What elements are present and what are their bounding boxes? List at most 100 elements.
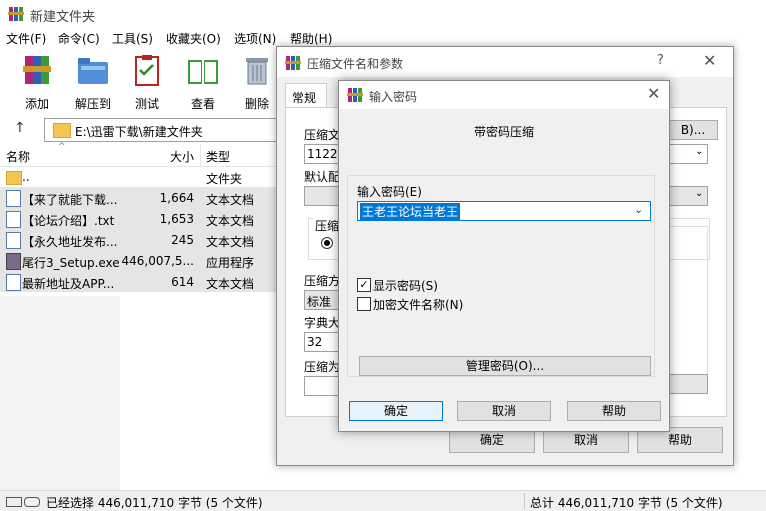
test-label: 测试 bbox=[134, 97, 159, 111]
menu-tools[interactable]: 工具(S) bbox=[112, 30, 153, 47]
file-name: 【永久地址发布... bbox=[22, 235, 118, 249]
add-button[interactable]: 添加 bbox=[14, 52, 60, 112]
encrypt-names-label[interactable]: 加密文件名称(N) bbox=[373, 296, 463, 313]
status-selection: 已经选择 446,011,710 字节 (5 个文件) bbox=[46, 496, 263, 510]
folder-icon bbox=[53, 123, 71, 138]
winrar-icon bbox=[8, 7, 24, 21]
dictionary-size-value: 32 bbox=[307, 335, 323, 349]
test-button[interactable]: 测试 bbox=[124, 52, 170, 112]
tab-label: 常规 bbox=[292, 91, 317, 105]
file-size: 446,007,5... bbox=[121, 254, 194, 268]
title-bar: 新建文件夹 bbox=[0, 0, 766, 28]
add-label: 添加 bbox=[24, 97, 49, 111]
close-icon[interactable]: ✕ bbox=[647, 84, 660, 103]
file-row[interactable]: .. 文件夹 bbox=[0, 166, 276, 187]
manage-passwords-button[interactable]: 管理密码(O)... bbox=[359, 356, 651, 376]
file-size: 1,653 bbox=[159, 212, 194, 226]
encrypt-names-checkbox[interactable] bbox=[357, 297, 371, 311]
file-type: 文本文档 bbox=[206, 277, 255, 291]
column-divider[interactable] bbox=[200, 144, 201, 166]
dialog-title-bar: 输入密码 ✕ bbox=[339, 81, 669, 109]
menu-help[interactable]: 帮助(H) bbox=[290, 30, 332, 47]
address-field[interactable]: E:\迅雷下载\新建文件夹 bbox=[44, 118, 286, 142]
menu-options[interactable]: 选项(N) bbox=[234, 30, 276, 47]
sort-arrow-icon: ^ bbox=[58, 142, 66, 152]
column-name[interactable]: 名称 bbox=[6, 148, 30, 165]
browse-button[interactable]: B)... bbox=[668, 120, 718, 140]
test-clipboard-icon bbox=[135, 55, 159, 86]
folder-icon bbox=[6, 171, 22, 185]
format-radio[interactable] bbox=[321, 237, 333, 249]
archive-name-label: 压缩文 bbox=[304, 128, 341, 142]
extract-button[interactable]: 解压到 bbox=[70, 52, 116, 112]
show-password-checkbox[interactable]: ✓ bbox=[357, 278, 371, 292]
compression-method-label: 压缩方 bbox=[304, 274, 341, 288]
extract-folder-icon bbox=[78, 58, 108, 84]
delete-label: 删除 bbox=[244, 97, 269, 111]
column-type[interactable]: 类型 bbox=[206, 148, 230, 165]
file-list: .. 文件夹 【来了就能下载... 1,664 文本文档 【论坛介绍】.txt … bbox=[0, 166, 276, 296]
file-row[interactable]: 【永久地址发布... 245 文本文档 bbox=[0, 229, 276, 250]
address-path: E:\迅雷下载\新建文件夹 bbox=[75, 125, 203, 139]
file-name: 【来了就能下载... bbox=[22, 193, 118, 207]
text-file-icon bbox=[6, 190, 21, 207]
toolbar: 添加 解压到 测试 查看 删除 bbox=[0, 48, 276, 112]
file-row[interactable]: 【论坛介绍】.txt 1,653 文本文档 bbox=[0, 208, 276, 229]
menu-favorites[interactable]: 收藏夹(O) bbox=[166, 30, 221, 47]
set-password-button[interactable] bbox=[668, 374, 708, 394]
compression-method-value: 标准 bbox=[307, 295, 332, 309]
file-row[interactable]: 尾行3_Setup.exe 446,007,5... 应用程序 bbox=[0, 250, 276, 271]
file-type: 文本文档 bbox=[206, 193, 255, 207]
help-icon[interactable]: ? bbox=[657, 53, 664, 68]
empty-list-area bbox=[0, 296, 120, 490]
file-type: 文件夹 bbox=[206, 172, 243, 186]
file-name: 【论坛介绍】.txt bbox=[22, 214, 115, 228]
chevron-down-icon: ⌄ bbox=[695, 188, 704, 199]
cancel-button[interactable]: 取消 bbox=[457, 401, 551, 421]
delete-button[interactable]: 删除 bbox=[234, 52, 280, 112]
view-button[interactable]: 查看 bbox=[180, 52, 226, 112]
extract-label: 解压到 bbox=[74, 97, 111, 111]
file-name: 尾行3_Setup.exe bbox=[22, 256, 120, 270]
password-value: 王老王论坛当老王 bbox=[360, 203, 461, 220]
chevron-down-icon: ⌄ bbox=[695, 146, 704, 157]
view-label: 查看 bbox=[190, 97, 215, 111]
status-total: 总计 446,011,710 字节 (5 个文件) bbox=[530, 496, 723, 510]
up-arrow-icon[interactable]: ↑ bbox=[14, 120, 26, 136]
drive-icon[interactable] bbox=[6, 497, 22, 507]
dialog-title-bar: 压缩文件名和参数 ? ✕ bbox=[277, 47, 733, 77]
password-input[interactable]: 王老王论坛当老王 ⌄ bbox=[357, 201, 651, 221]
menu-command[interactable]: 命令(C) bbox=[58, 30, 100, 47]
show-password-label[interactable]: 显示密码(S) bbox=[373, 277, 438, 294]
column-size[interactable]: 大小 bbox=[170, 148, 194, 165]
add-archive-icon bbox=[23, 56, 51, 84]
file-size: 614 bbox=[171, 275, 194, 289]
file-row[interactable]: 最新地址及APP... 614 文本文档 bbox=[0, 271, 276, 292]
view-book-icon bbox=[188, 60, 218, 84]
file-type: 应用程序 bbox=[206, 256, 255, 270]
password-label: 输入密码(E) bbox=[357, 185, 422, 199]
file-name: .. bbox=[22, 170, 30, 184]
file-row[interactable]: 【来了就能下载... 1,664 文本文档 bbox=[0, 187, 276, 208]
ok-button[interactable]: 确定 bbox=[349, 401, 443, 421]
file-type: 文本文档 bbox=[206, 214, 255, 228]
tab-general[interactable]: 常规 bbox=[285, 83, 327, 108]
application-icon bbox=[6, 253, 21, 270]
status-divider bbox=[524, 493, 525, 509]
file-name: 最新地址及APP... bbox=[22, 277, 115, 291]
text-file-icon bbox=[6, 232, 21, 249]
menu-bar: 文件(F) 命令(C) 工具(S) 收藏夹(O) 选项(N) 帮助(H) bbox=[0, 28, 766, 48]
chevron-down-icon[interactable]: ⌄ bbox=[634, 203, 643, 216]
column-header: 名称 ^ 大小 类型 bbox=[0, 142, 276, 167]
password-dialog: 输入密码 ✕ 带密码压缩 输入密码(E) 王老王论坛当老王 ⌄ ✓ 显示密码(S… bbox=[338, 80, 670, 432]
help-button[interactable]: 帮助 bbox=[567, 401, 661, 421]
text-file-icon bbox=[6, 211, 21, 228]
file-size: 245 bbox=[171, 233, 194, 247]
key-icon[interactable] bbox=[24, 497, 40, 507]
menu-file[interactable]: 文件(F) bbox=[6, 30, 46, 47]
split-volume-label: 压缩为 bbox=[304, 360, 341, 374]
radio-dot-icon bbox=[324, 240, 330, 246]
file-size: 1,664 bbox=[159, 191, 194, 205]
close-icon[interactable]: ✕ bbox=[703, 51, 716, 70]
window-title: 新建文件夹 bbox=[30, 10, 96, 25]
